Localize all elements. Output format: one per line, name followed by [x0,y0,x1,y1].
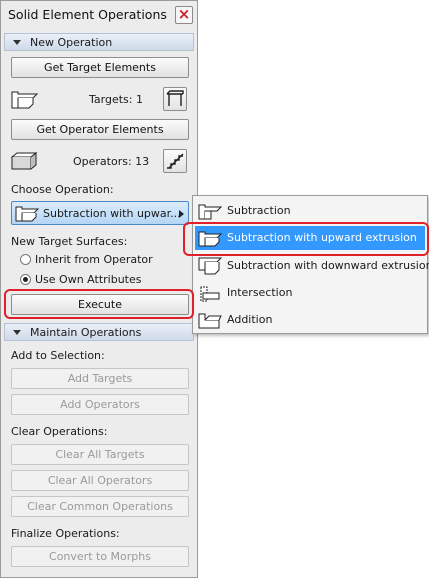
inherit-from-operator-radio[interactable] [20,254,31,265]
menu-item-label: Addition [227,313,273,326]
clear-all-targets-button[interactable]: Clear All Targets [11,444,189,465]
clear-all-operators-button[interactable]: Clear All Operators [11,470,189,491]
subtraction-upward-icon [15,206,40,222]
menu-item-label: Subtraction [227,204,291,217]
inherit-from-operator-label[interactable]: Inherit from Operator [35,253,153,266]
target-element-icon [11,91,39,109]
operation-dropdown[interactable]: Subtraction with upwar... [11,201,189,225]
finalize-operations-label: Finalize Operations: [11,527,120,540]
collapse-triangle-icon [13,330,21,335]
menu-item-label: Subtraction with downward extrusion [227,259,429,272]
close-button[interactable] [175,5,193,24]
operators-count-label: Operators: 13 [73,155,150,168]
select-operators-button[interactable] [163,149,187,173]
targets-count-label: Targets: 1 [89,93,143,106]
dropdown-arrow-icon [179,210,184,218]
menu-item-intersection[interactable]: Intersection [195,281,425,305]
add-operators-button[interactable]: Add Operators [11,394,189,415]
menu-item-addition[interactable]: Addition [195,308,425,332]
choose-operation-label: Choose Operation: [11,183,114,196]
select-targets-button[interactable] [163,87,187,111]
clear-common-operations-button[interactable]: Clear Common Operations [11,496,189,517]
get-target-elements-button[interactable]: Get Target Elements [11,57,189,78]
subtraction-downward-icon [198,257,223,275]
maintain-operations-header-label: Maintain Operations [30,326,142,339]
menu-item-subtraction-upward[interactable]: Subtraction with upward extrusion [195,226,425,250]
new-operation-header-label: New Operation [30,36,113,49]
window-title: Solid Element Operations [8,7,167,22]
convert-to-morphs-button[interactable]: Convert to Morphs [11,546,189,567]
subtraction-upward-icon [198,231,223,247]
menu-item-label: Subtraction with upward extrusion [227,231,417,244]
operation-dropdown-value: Subtraction with upwar... [43,207,181,220]
use-own-attributes-label[interactable]: Use Own Attributes [35,273,141,286]
maintain-operations-header[interactable]: Maintain Operations [4,323,194,341]
new-target-surfaces-label: New Target Surfaces: [11,235,128,248]
addition-icon [198,313,222,329]
clear-operations-label: Clear Operations: [11,425,108,438]
add-to-selection-label: Add to Selection: [11,349,105,362]
collapse-triangle-icon [13,40,21,45]
operation-menu: Subtraction Subtraction with upward extr… [192,195,429,334]
operator-element-icon [10,151,38,170]
title-bar: Solid Element Operations [1,1,197,29]
intersection-icon [200,286,220,302]
menu-item-subtraction[interactable]: Subtraction [195,199,425,223]
solid-element-operations-palette: Solid Element Operations New Operation G… [0,0,198,578]
menu-item-label: Intersection [227,286,293,299]
targets-table-icon [166,90,184,106]
use-own-attributes-radio[interactable] [20,274,31,285]
new-operation-header[interactable]: New Operation [4,33,194,51]
menu-item-subtraction-downward[interactable]: Subtraction with downward extrusion [195,254,429,278]
subtraction-icon [198,204,223,220]
get-operator-elements-button[interactable]: Get Operator Elements [11,119,189,140]
add-targets-button[interactable]: Add Targets [11,368,189,389]
execute-button[interactable]: Execute [11,294,189,315]
operators-stairs-icon [167,153,184,169]
